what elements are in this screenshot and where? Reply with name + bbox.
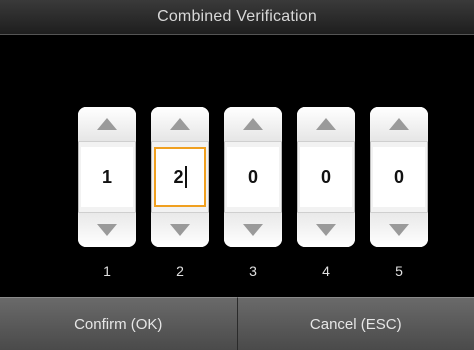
position-label-4: 4 — [322, 263, 330, 279]
digit-spinners: 1 1 2 2 0 3 0 4 0 5 — [78, 107, 430, 287]
decrement-button-3[interactable] — [224, 212, 282, 247]
digit-text-5: 0 — [393, 166, 404, 187]
increment-button-5[interactable] — [370, 107, 428, 142]
position-label-1: 1 — [103, 263, 111, 279]
triangle-up-icon — [97, 118, 117, 130]
digit-text-2: 2 — [173, 166, 184, 187]
triangle-up-icon — [170, 118, 190, 130]
digit-text-4: 0 — [320, 166, 331, 187]
digit-value-5[interactable]: 0 — [373, 147, 425, 207]
window-title: Combined Verification — [157, 8, 317, 25]
digit-value-1[interactable]: 1 — [81, 147, 133, 207]
digit-text-1: 1 — [101, 166, 112, 187]
increment-button-1[interactable] — [78, 107, 136, 142]
triangle-down-icon — [170, 224, 190, 236]
triangle-down-icon — [97, 224, 117, 236]
triangle-down-icon — [389, 224, 409, 236]
title-bar: Combined Verification — [0, 0, 474, 35]
button-bar: Confirm (OK) Cancel (ESC) — [0, 297, 474, 350]
digit-value-4[interactable]: 0 — [300, 147, 352, 207]
triangle-up-icon — [389, 118, 409, 130]
decrement-button-2[interactable] — [151, 212, 209, 247]
triangle-up-icon — [243, 118, 263, 130]
digit-value-3[interactable]: 0 — [227, 147, 279, 207]
increment-button-3[interactable] — [224, 107, 282, 142]
cancel-button[interactable]: Cancel (ESC) — [236, 297, 474, 350]
digit-spinner-2: 2 — [151, 107, 209, 247]
triangle-up-icon — [316, 118, 336, 130]
digit-spinner-1: 1 — [78, 107, 136, 247]
increment-button-4[interactable] — [297, 107, 355, 142]
triangle-down-icon — [243, 224, 263, 236]
triangle-down-icon — [316, 224, 336, 236]
position-label-5: 5 — [395, 263, 403, 279]
digit-text-3: 0 — [247, 166, 258, 187]
position-label-3: 3 — [249, 263, 257, 279]
decrement-button-4[interactable] — [297, 212, 355, 247]
decrement-button-1[interactable] — [78, 212, 136, 247]
digit-spinner-5: 0 — [370, 107, 428, 247]
increment-button-2[interactable] — [151, 107, 209, 142]
digit-spinner-4: 0 — [297, 107, 355, 247]
screen: Combined Verification 1 1 2 2 0 3 0 4 0 … — [0, 0, 474, 350]
position-label-2: 2 — [176, 263, 184, 279]
digit-spinner-3: 0 — [224, 107, 282, 247]
text-caret — [184, 166, 187, 188]
digit-value-2[interactable]: 2 — [154, 147, 206, 207]
decrement-button-5[interactable] — [370, 212, 428, 247]
confirm-button[interactable]: Confirm (OK) — [0, 297, 237, 350]
